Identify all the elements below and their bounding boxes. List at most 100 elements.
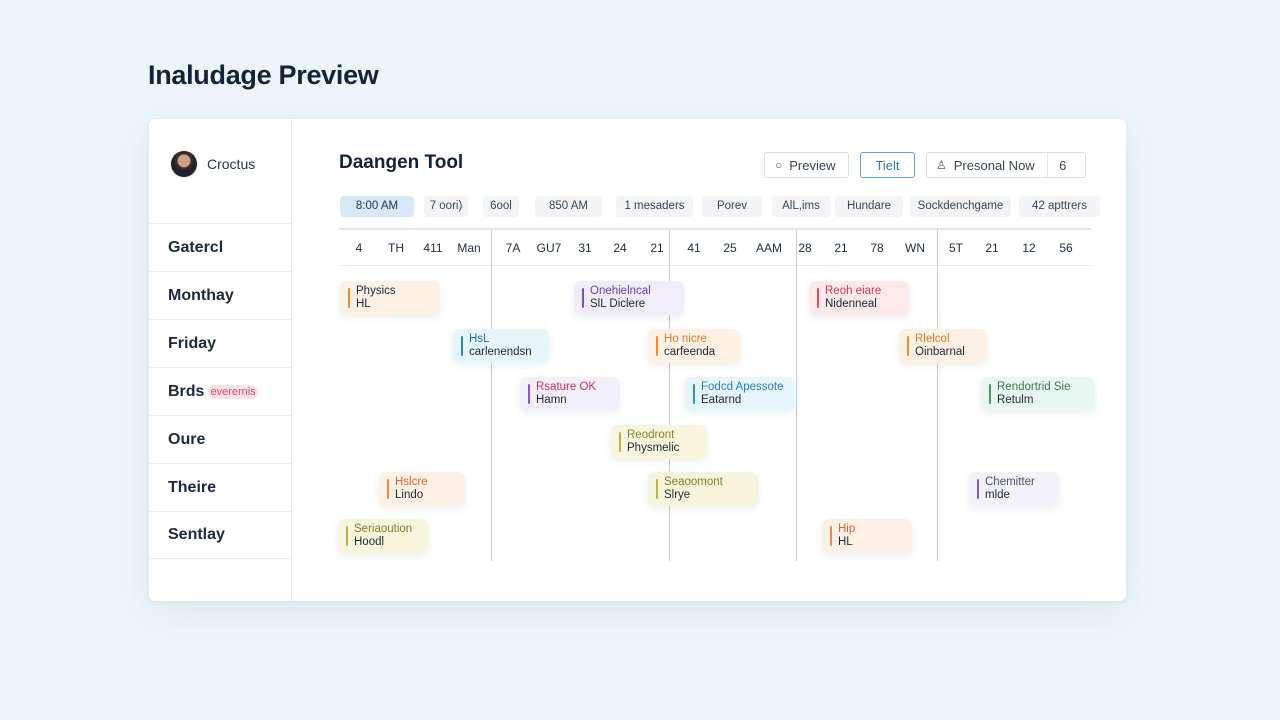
- column-label: 28: [798, 241, 812, 255]
- event-title: Hip: [838, 523, 856, 535]
- event-title: Seaoomont: [664, 476, 723, 488]
- column-label: 21: [834, 241, 848, 255]
- sidebar: Croctus Gatercl Monthay Friday Brds evere…: [149, 119, 292, 601]
- event-card[interactable]: Chemitter mlde: [969, 472, 1059, 506]
- event-subtitle: carlenendsn: [469, 346, 532, 358]
- filter-chip-6[interactable]: AlL,ims: [772, 196, 830, 217]
- column-label: 21: [650, 241, 664, 255]
- filter-chip-0[interactable]: 8:00 AM: [340, 196, 414, 217]
- event-subtitle: SlL Diclere: [590, 298, 646, 310]
- event-card[interactable]: Hip HL: [822, 519, 912, 553]
- event-title: Chemitter: [985, 476, 1035, 488]
- preview-button[interactable]: ○ Preview: [764, 152, 849, 178]
- sidebar-item-monthay[interactable]: Monthay: [149, 271, 291, 319]
- column-label: 7A: [505, 241, 521, 255]
- event-color-bar: [348, 288, 350, 308]
- sidebar-item-label: Brds: [168, 382, 205, 400]
- event-card[interactable]: Physics HL: [340, 281, 440, 315]
- event-subtitle: Slrye: [664, 489, 691, 501]
- tool-title: Daangen Tool: [339, 152, 464, 173]
- column-divider: [491, 230, 492, 561]
- event-card[interactable]: Hslcre Lindo: [379, 472, 465, 506]
- event-card[interactable]: Reoh eiare Nidenneal: [809, 281, 909, 315]
- filter-chip-1[interactable]: 7 oori): [424, 196, 468, 217]
- column-divider: [669, 230, 670, 561]
- personal-now-button[interactable]: ♙ Presonal Now 6: [926, 152, 1086, 178]
- event-card[interactable]: Onehielncal SlL Diclere: [574, 281, 684, 315]
- event-subtitle: Oinbarnal: [915, 346, 965, 358]
- event-title: Seriaoution: [354, 523, 413, 535]
- event-card[interactable]: Rlelcol Oinbarnal: [899, 329, 987, 363]
- event-card[interactable]: Reodront Physmelic: [611, 425, 707, 459]
- column-label: 31: [578, 241, 592, 255]
- tielt-button[interactable]: Tielt: [860, 152, 915, 178]
- sidebar-item-oure[interactable]: Oure: [149, 415, 291, 463]
- calendar-card: Croctus Gatercl Monthay Friday Brds evere…: [149, 119, 1126, 601]
- filter-chip-4[interactable]: 1 mesaders: [616, 196, 693, 217]
- filter-chip-5[interactable]: Porev: [702, 196, 762, 217]
- event-card[interactable]: Seaoomont Slrye: [648, 472, 758, 506]
- extra-button[interactable]: 6: [1048, 158, 1078, 173]
- event-color-bar: [977, 479, 979, 499]
- event-title: Rsature OK: [536, 381, 597, 393]
- event-color-bar: [693, 384, 695, 404]
- event-card[interactable]: Rendortrid Sie Retulm: [981, 377, 1095, 411]
- event-title: HsL: [469, 333, 490, 345]
- event-card[interactable]: Ho nicre carfeenda: [648, 329, 740, 363]
- sidebar-item-label: Sentlay: [168, 526, 225, 543]
- toolbar-actions: ○ Preview Tielt ♙ Presonal Now 6: [764, 152, 1086, 178]
- filter-chip-9[interactable]: 42 apttrers: [1019, 196, 1100, 217]
- column-label: 4: [355, 241, 363, 255]
- event-title: Reoh eiare: [825, 285, 882, 297]
- event-color-bar: [907, 336, 909, 356]
- column-label: Man: [457, 241, 481, 255]
- event-title: Physics: [356, 285, 396, 297]
- sidebar-item-label: Oure: [168, 430, 206, 448]
- filter-chip-8[interactable]: Sockdenchgame: [910, 196, 1011, 217]
- column-label: 24: [613, 241, 627, 255]
- event-subtitle: Eatarnd: [701, 394, 742, 406]
- event-card[interactable]: Seriaoution Hoodl: [338, 519, 428, 553]
- sidebar-item-friday[interactable]: Friday: [149, 319, 291, 367]
- sidebar-item-brds[interactable]: Brds everernis: [149, 367, 291, 415]
- sidebar-item-sentlay[interactable]: Sentlay: [149, 511, 291, 559]
- sidebar-item-label: Theire: [168, 478, 217, 496]
- filter-chip-3[interactable]: 850 AM: [535, 196, 602, 217]
- page-title: Inaludage Preview: [148, 60, 379, 90]
- event-subtitle: carfeenda: [664, 346, 716, 358]
- user-profile[interactable]: Croctus: [171, 149, 255, 179]
- event-title: Rendortrid Sie: [997, 381, 1071, 393]
- event-card[interactable]: Rsature OK Hamn: [520, 377, 620, 411]
- column-label: 12: [1022, 241, 1036, 255]
- filter-chip-2[interactable]: 6ool: [483, 196, 519, 217]
- column-label: 78: [870, 241, 884, 255]
- event-subtitle: HL: [356, 298, 371, 310]
- event-card[interactable]: HsL carlenendsn: [453, 329, 549, 363]
- preview-button-label: Preview: [789, 157, 836, 173]
- event-color-bar: [619, 432, 621, 452]
- event-subtitle: HL: [838, 536, 853, 548]
- event-title: Ho nicre: [664, 333, 707, 345]
- event-color-bar: [582, 288, 584, 308]
- sidebar-item-tag: everernis: [208, 384, 258, 399]
- tielt-button-label: Tielt: [875, 157, 900, 173]
- column-divider: [796, 230, 797, 561]
- sidebar-item-gatercl[interactable]: Gatercl: [149, 223, 291, 271]
- event-subtitle: Hamn: [536, 394, 567, 406]
- event-color-bar: [817, 288, 819, 308]
- event-color-bar: [656, 479, 658, 499]
- event-color-bar: [830, 526, 832, 546]
- column-label: 41: [687, 241, 701, 255]
- sidebar-item-theire[interactable]: Theire: [149, 463, 291, 511]
- sidebar-item-label: Friday: [168, 334, 217, 352]
- filter-chip-7[interactable]: Hundare: [835, 196, 903, 217]
- event-title: Rlelcol: [915, 333, 950, 345]
- event-title: Onehielncal: [590, 285, 651, 297]
- person-icon: ♙: [936, 158, 947, 172]
- user-name: Croctus: [207, 156, 256, 172]
- event-subtitle: Retulm: [997, 394, 1034, 406]
- event-title: Fodcd Apessote: [701, 381, 784, 393]
- event-subtitle: mlde: [985, 489, 1010, 501]
- avatar[interactable]: [171, 151, 197, 177]
- event-card[interactable]: Fodcd Apessote Eatarnd: [685, 377, 795, 411]
